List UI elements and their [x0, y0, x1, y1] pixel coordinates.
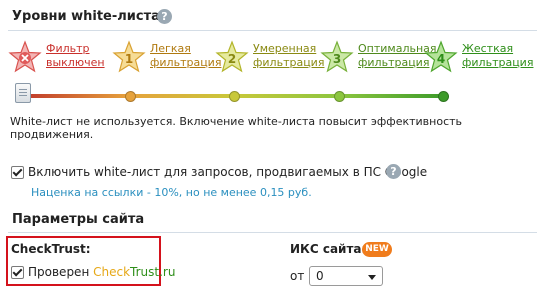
star-level-3-icon: 3 [320, 40, 354, 73]
level-optimal[interactable]: 3 Оптимальная фильтрация [320, 40, 437, 74]
level-filter-off[interactable]: Фильтр выключен [8, 40, 105, 74]
level-label: Легкая фильтрация [150, 42, 222, 69]
level-light[interactable]: 1 Легкая фильтрация [112, 40, 221, 74]
checktrust-label: Проверен CheckTrust.ru [28, 265, 175, 279]
checktrust-heading: CheckTrust: [11, 242, 91, 256]
google-whitelist-checkbox[interactable] [11, 166, 24, 179]
slider-stop-3[interactable] [334, 91, 345, 102]
level-label: Умеренная фильтрация [253, 42, 325, 69]
checktrust-brand-domain: .ru [159, 265, 176, 279]
level-moderate[interactable]: 2 Умеренная фильтрация [215, 40, 324, 74]
section-divider [8, 232, 537, 233]
site-params-title: Параметры сайта [12, 212, 145, 227]
checktrust-checkbox[interactable] [11, 266, 24, 279]
whitelist-title: Уровни white-листа [12, 9, 160, 24]
slider-handle[interactable] [15, 83, 31, 103]
svg-text:1: 1 [125, 52, 133, 66]
markup-text: Наценка на ссылки - 10%, но не менее 0,1… [31, 186, 312, 199]
section-divider [8, 30, 537, 31]
svg-text:3: 3 [333, 52, 341, 66]
star-level-1-icon: 1 [112, 40, 146, 73]
iks-label: ИКС сайта: [290, 242, 367, 256]
checktrust-brand-trust: Trust [130, 265, 160, 279]
slider-stop-2[interactable] [229, 91, 240, 102]
slider-stop-4[interactable] [438, 91, 449, 102]
checktrust-link[interactable]: CheckTrust.ru [93, 265, 175, 279]
svg-text:2: 2 [228, 52, 236, 66]
iks-select[interactable]: 0 [309, 266, 383, 286]
new-badge: NEW [362, 242, 392, 257]
level-label: Жесткая фильтрация [462, 42, 534, 69]
help-icon[interactable]: ? [386, 164, 401, 179]
help-icon[interactable]: ? [157, 9, 172, 24]
level-label: Фильтр выключен [46, 42, 105, 69]
google-whitelist-label: Включить white-лист для запросов, продви… [28, 165, 428, 179]
star-level-4-icon: 4 [424, 40, 458, 73]
checktrust-brand-check: Check [93, 265, 131, 279]
iks-select-value: 0 [316, 269, 324, 283]
star-level-2-icon: 2 [215, 40, 249, 73]
slider-stop-1[interactable] [125, 91, 136, 102]
iks-from-label: от [290, 269, 305, 283]
star-disabled-icon [8, 40, 42, 73]
checktrust-checkbox-label: Проверен [28, 265, 90, 279]
level-strict[interactable]: 4 Жесткая фильтрация [424, 40, 533, 74]
svg-text:4: 4 [437, 52, 445, 66]
whitelist-status-text: White-лист не используется. Включение wh… [10, 115, 463, 141]
chevron-down-icon [368, 275, 376, 280]
